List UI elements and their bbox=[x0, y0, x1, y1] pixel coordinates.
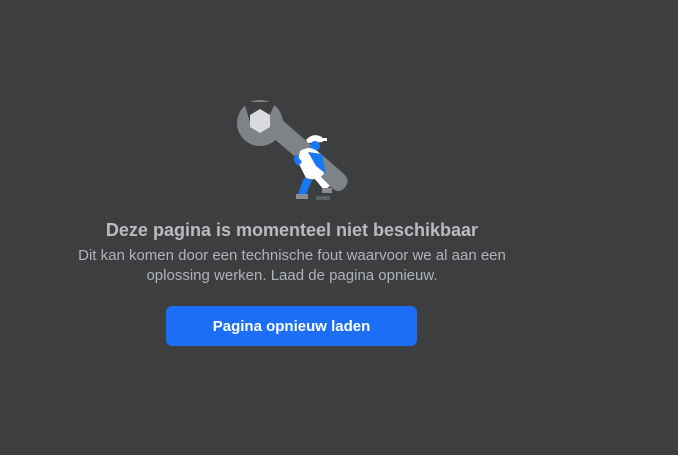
wrench-worker-icon bbox=[237, 100, 348, 200]
page-title: Deze pagina is momenteel niet beschikbaa… bbox=[105, 220, 479, 240]
error-message: Dit kan komen door een technische fout w… bbox=[78, 247, 506, 284]
reload-page-button[interactable]: Pagina opnieuw laden bbox=[166, 306, 417, 346]
error-page: Deze pagina is momenteel niet beschikbaa… bbox=[0, 0, 678, 455]
